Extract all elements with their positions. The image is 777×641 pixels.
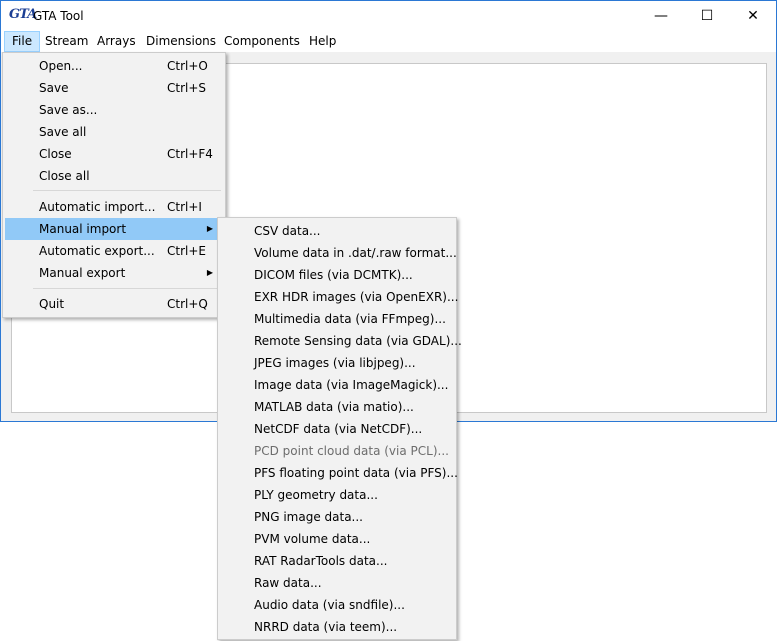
- import-nrrd[interactable]: NRRD data (via teem)...: [220, 616, 454, 638]
- window-title: GTA Tool: [33, 9, 84, 23]
- import-exr[interactable]: EXR HDR images (via OpenEXR)...: [220, 286, 458, 308]
- import-imagemagick[interactable]: Image data (via ImageMagick)...: [220, 374, 454, 396]
- submenu-arrow-icon: ▶: [206, 224, 213, 233]
- file-menu-save-all[interactable]: Save all: [5, 121, 223, 143]
- import-ply[interactable]: PLY geometry data...: [220, 484, 454, 506]
- minimize-button[interactable]: —: [638, 1, 684, 31]
- maximize-icon: ☐: [700, 8, 714, 24]
- maximize-button[interactable]: ☐: [684, 1, 730, 31]
- import-pvm[interactable]: PVM volume data...: [220, 528, 454, 550]
- import-netcdf[interactable]: NetCDF data (via NetCDF)...: [220, 418, 454, 440]
- file-menu-save-as[interactable]: Save as...: [5, 99, 223, 121]
- menu-help[interactable]: Help: [302, 31, 343, 52]
- import-pfs[interactable]: PFS floating point data (via PFS)...: [220, 462, 458, 484]
- import-dicom[interactable]: DICOM files (via DCMTK)...: [220, 264, 454, 286]
- file-menu-manual-export[interactable]: Manual export ▶: [5, 262, 223, 284]
- import-rat[interactable]: RAT RadarTools data...: [220, 550, 454, 572]
- import-csv[interactable]: CSV data...: [220, 220, 454, 242]
- file-menu-close[interactable]: Close Ctrl+F4: [5, 143, 223, 165]
- menu-arrays[interactable]: Arrays: [90, 31, 143, 52]
- file-menu-quit[interactable]: Quit Ctrl+Q: [5, 293, 223, 315]
- menu-separator: [33, 288, 221, 289]
- title-bar[interactable]: GTA GTA Tool — ☐ ✕: [1, 1, 776, 31]
- close-icon: ✕: [747, 8, 759, 24]
- close-button[interactable]: ✕: [730, 1, 776, 31]
- file-menu-close-all[interactable]: Close all: [5, 165, 223, 187]
- menu-file[interactable]: File: [4, 31, 41, 52]
- import-matlab[interactable]: MATLAB data (via matio)...: [220, 396, 454, 418]
- import-multimedia[interactable]: Multimedia data (via FFmpeg)...: [220, 308, 454, 330]
- file-menu-automatic-export[interactable]: Automatic export... Ctrl+E: [5, 240, 223, 262]
- file-menu-open[interactable]: Open... Ctrl+O: [5, 55, 223, 77]
- manual-import-submenu: CSV data... Volume data in .dat/.raw for…: [217, 217, 462, 640]
- file-menu-manual-import[interactable]: Manual import ▶: [5, 218, 223, 240]
- import-raw[interactable]: Raw data...: [220, 572, 454, 594]
- import-pcd: PCD point cloud data (via PCL)...: [254, 444, 449, 458]
- menu-separator: [33, 190, 221, 191]
- menu-bar: File Stream Arrays Dimensions Components…: [1, 31, 776, 52]
- file-menu: Open... Ctrl+O Save Ctrl+S Save as... Save…: [2, 52, 226, 318]
- menu-stream[interactable]: Stream: [38, 31, 95, 52]
- submenu-arrow-icon: ▶: [206, 268, 213, 277]
- menu-components[interactable]: Components: [217, 31, 307, 52]
- import-audio[interactable]: Audio data (via sndfile)...: [220, 594, 454, 616]
- import-volume-dat-raw[interactable]: Volume data in .dat/.raw format...: [220, 242, 457, 264]
- file-menu-save[interactable]: Save Ctrl+S: [5, 77, 223, 99]
- menu-dimensions[interactable]: Dimensions: [139, 31, 223, 52]
- import-remote-sensing[interactable]: Remote Sensing data (via GDAL)...: [220, 330, 462, 352]
- import-png[interactable]: PNG image data...: [220, 506, 454, 528]
- minimize-icon: —: [654, 8, 668, 24]
- import-jpeg[interactable]: JPEG images (via libjpeg)...: [220, 352, 454, 374]
- file-menu-automatic-import[interactable]: Automatic import... Ctrl+I: [5, 196, 223, 218]
